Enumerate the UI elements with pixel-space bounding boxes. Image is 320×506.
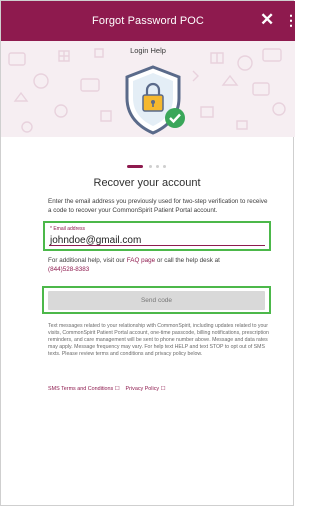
pager-dot [155, 165, 159, 169]
help-text: For additional help, visit our FAQ page … [48, 256, 270, 274]
faq-link[interactable]: FAQ page [127, 257, 155, 264]
window-title: Forgot Password POC [92, 15, 204, 27]
help-middle: or call the help desk at [155, 257, 220, 264]
email-field[interactable]: * Email address johndoe@gmail.com [43, 221, 271, 251]
pager-dot [148, 165, 152, 169]
email-field-label: * Email address [50, 226, 86, 232]
send-code-button[interactable]: Send code [48, 291, 265, 310]
sms-terms-link[interactable]: SMS Terms and Conditions ☐ [48, 386, 120, 392]
legal-links: SMS Terms and Conditions ☐ Privacy Policy… [48, 386, 171, 392]
instructions-text: Enter the email address you previously u… [48, 198, 268, 214]
hero-banner: Login Help [1, 41, 295, 137]
page-subtitle: Login Help [130, 46, 166, 55]
privacy-policy-link[interactable]: Privacy Policy ☐ [126, 386, 166, 392]
title-bar: Forgot Password POC ✕ ⋮ [1, 1, 298, 41]
sms-disclaimer-text: Text messages related to your relationsh… [48, 323, 269, 358]
help-prefix: For additional help, visit our [48, 257, 127, 264]
pager-dot [162, 165, 166, 169]
page-title: Recover your account [93, 177, 201, 189]
pager-active [126, 165, 143, 169]
more-options-icon[interactable]: ⋮ [284, 13, 298, 27]
help-desk-phone-link[interactable]: (844)528-8383 [48, 266, 89, 273]
email-field-underline [49, 245, 265, 246]
app-frame: Forgot Password POC ✕ ⋮ Login Help Recov… [0, 0, 298, 506]
close-icon[interactable]: ✕ [260, 11, 274, 28]
pager-dots [1, 158, 293, 169]
shield-lock-check-icon [125, 65, 185, 135]
